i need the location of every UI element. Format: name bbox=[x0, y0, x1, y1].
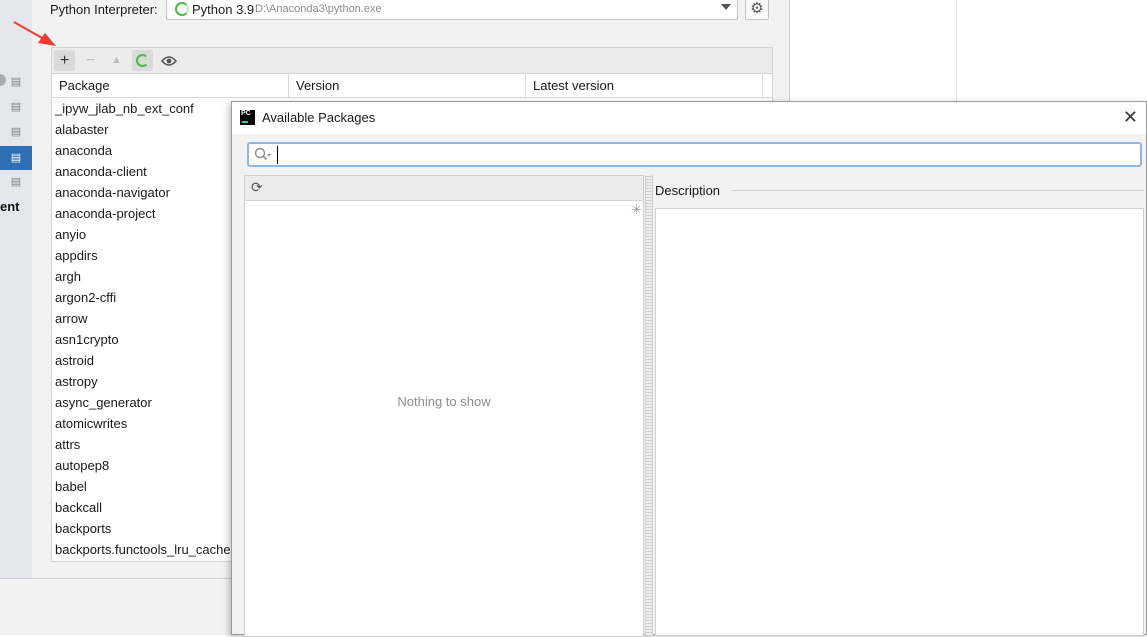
interpreter-path: D:\Anaconda3\python.exe bbox=[255, 3, 382, 15]
settings-nav-strip: ▤ ▤ ▤ ▤ ▤ ent bbox=[0, 0, 32, 580]
nav-item-label: ent bbox=[0, 199, 20, 214]
package-list-panel: ⟳ ✳ Nothing to show bbox=[244, 175, 644, 637]
nav-item-icon[interactable]: ▤ bbox=[9, 75, 23, 89]
nav-item-icon[interactable]: ▤ bbox=[9, 125, 23, 139]
panel-splitter[interactable] bbox=[645, 175, 653, 636]
interpreter-label: Python Interpreter: bbox=[50, 2, 158, 17]
loading-ring-icon bbox=[175, 2, 189, 16]
refresh-icon[interactable]: ⟳ bbox=[251, 179, 263, 196]
interpreter-select[interactable]: Python 3.9 D:\Anaconda3\python.exe bbox=[166, 0, 738, 20]
upgrade-package-button[interactable]: ▲ bbox=[106, 50, 127, 71]
packages-table-header: Package Version Latest version bbox=[52, 74, 772, 98]
pycharm-logo-icon: PC bbox=[240, 110, 255, 125]
nav-item-selected[interactable]: ▤ bbox=[0, 146, 32, 170]
annotation-arrow-icon bbox=[13, 21, 56, 46]
package-search-box[interactable] bbox=[247, 142, 1142, 167]
background-divider bbox=[956, 0, 957, 105]
chevron-down-icon[interactable] bbox=[721, 4, 731, 10]
search-icon[interactable] bbox=[254, 147, 272, 161]
gear-icon: ⚙ bbox=[750, 0, 764, 17]
add-package-button[interactable]: + bbox=[54, 50, 75, 71]
loading-ring-icon bbox=[136, 54, 149, 68]
interpreter-name: Python 3.9 bbox=[192, 2, 255, 17]
remove-package-button[interactable]: − bbox=[80, 50, 101, 71]
nav-item-icon[interactable]: ▤ bbox=[9, 175, 23, 189]
dialog-title-bar: PC Available Packages ✕ bbox=[232, 102, 1146, 134]
description-label: Description bbox=[655, 183, 721, 198]
package-list-toolbar: ⟳ bbox=[245, 176, 643, 201]
eye-icon bbox=[160, 55, 177, 66]
spinner-icon: ✳ bbox=[631, 202, 642, 217]
loading-button[interactable] bbox=[132, 50, 153, 71]
close-icon[interactable]: ✕ bbox=[1123, 106, 1138, 128]
packages-toolbar: + − ▲ bbox=[51, 47, 773, 73]
search-input[interactable] bbox=[277, 146, 1132, 164]
interpreter-settings-button[interactable]: ⚙ bbox=[745, 0, 769, 20]
column-header-latest-version[interactable]: Latest version bbox=[526, 74, 763, 98]
empty-list-message: Nothing to show bbox=[397, 394, 491, 409]
available-packages-dialog: PC Available Packages ✕ ⟳ ✳ Nothing to s… bbox=[231, 101, 1147, 637]
nav-item-icon[interactable]: ▤ bbox=[9, 100, 23, 114]
show-early-releases-button[interactable] bbox=[158, 50, 179, 71]
description-panel bbox=[655, 208, 1144, 636]
description-separator bbox=[732, 190, 1144, 191]
dialog-title: Available Packages bbox=[262, 110, 376, 125]
column-header-package[interactable]: Package bbox=[52, 74, 289, 98]
column-header-version[interactable]: Version bbox=[289, 74, 526, 98]
nav-bullet bbox=[0, 74, 6, 86]
